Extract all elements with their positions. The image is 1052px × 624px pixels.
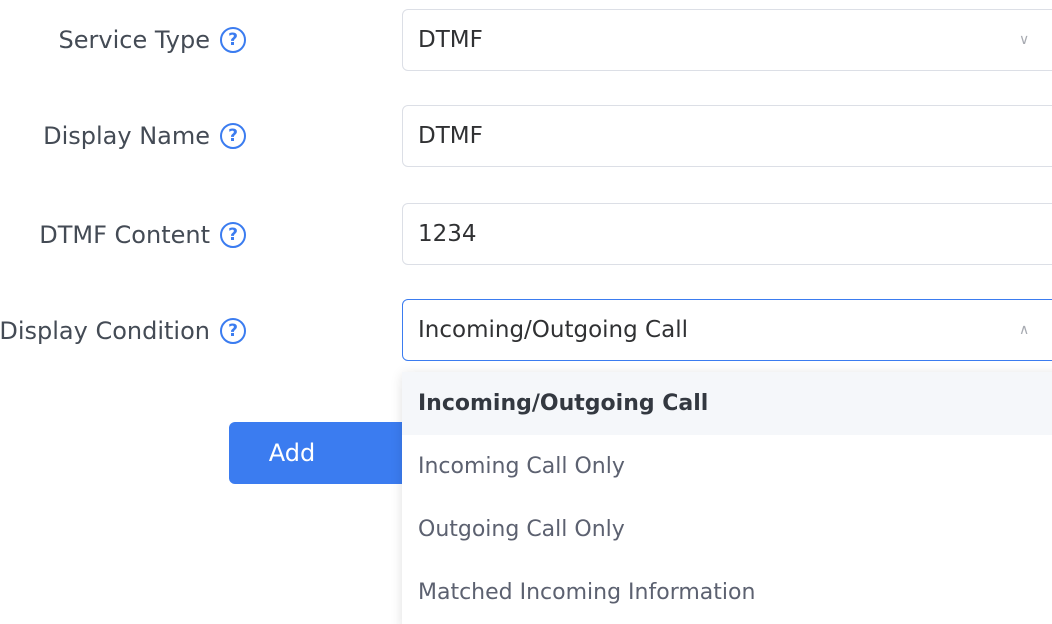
chevron-up-icon: ∧	[1019, 322, 1030, 338]
dtmf-content-value: 1234	[418, 221, 477, 247]
add-button-label: Add	[268, 439, 316, 467]
display-condition-label-row: Display Condition ?	[0, 311, 246, 351]
dropdown-option[interactable]: Incoming/Outgoing Call	[402, 372, 1052, 435]
display-condition-dropdown: Incoming/Outgoing Call Incoming Call Onl…	[402, 372, 1052, 624]
dtmf-content-label: DTMF Content	[39, 221, 210, 249]
display-condition-label: Display Condition	[0, 317, 210, 345]
service-type-value: DTMF	[418, 27, 483, 53]
service-type-label: Service Type	[58, 26, 210, 54]
help-icon[interactable]: ?	[220, 27, 246, 53]
help-icon[interactable]: ?	[220, 123, 246, 149]
dropdown-option[interactable]: Outgoing Call Only	[402, 498, 1052, 561]
chevron-down-icon: ∨	[1019, 32, 1030, 48]
service-config-form: Service Type ? DTMF ∨ Display Name ? DTM…	[0, 0, 1052, 624]
display-name-label-row: Display Name ?	[43, 116, 246, 156]
dropdown-option[interactable]: Incoming Call Only	[402, 435, 1052, 498]
service-type-label-row: Service Type ?	[59, 20, 246, 60]
add-button[interactable]: Add	[229, 422, 429, 484]
help-icon[interactable]: ?	[220, 318, 246, 344]
display-condition-select[interactable]: Incoming/Outgoing Call ∧	[402, 299, 1052, 361]
service-type-select[interactable]: DTMF ∨	[402, 9, 1052, 71]
dropdown-option[interactable]: Matched Incoming Information	[402, 561, 1052, 624]
display-name-label: Display Name	[43, 122, 210, 150]
dtmf-content-input[interactable]: 1234	[402, 203, 1052, 265]
help-icon[interactable]: ?	[220, 222, 246, 248]
display-name-input[interactable]: DTMF	[402, 105, 1052, 167]
display-name-value: DTMF	[418, 123, 483, 149]
display-condition-value: Incoming/Outgoing Call	[418, 317, 688, 343]
dtmf-content-label-row: DTMF Content ?	[39, 215, 246, 255]
